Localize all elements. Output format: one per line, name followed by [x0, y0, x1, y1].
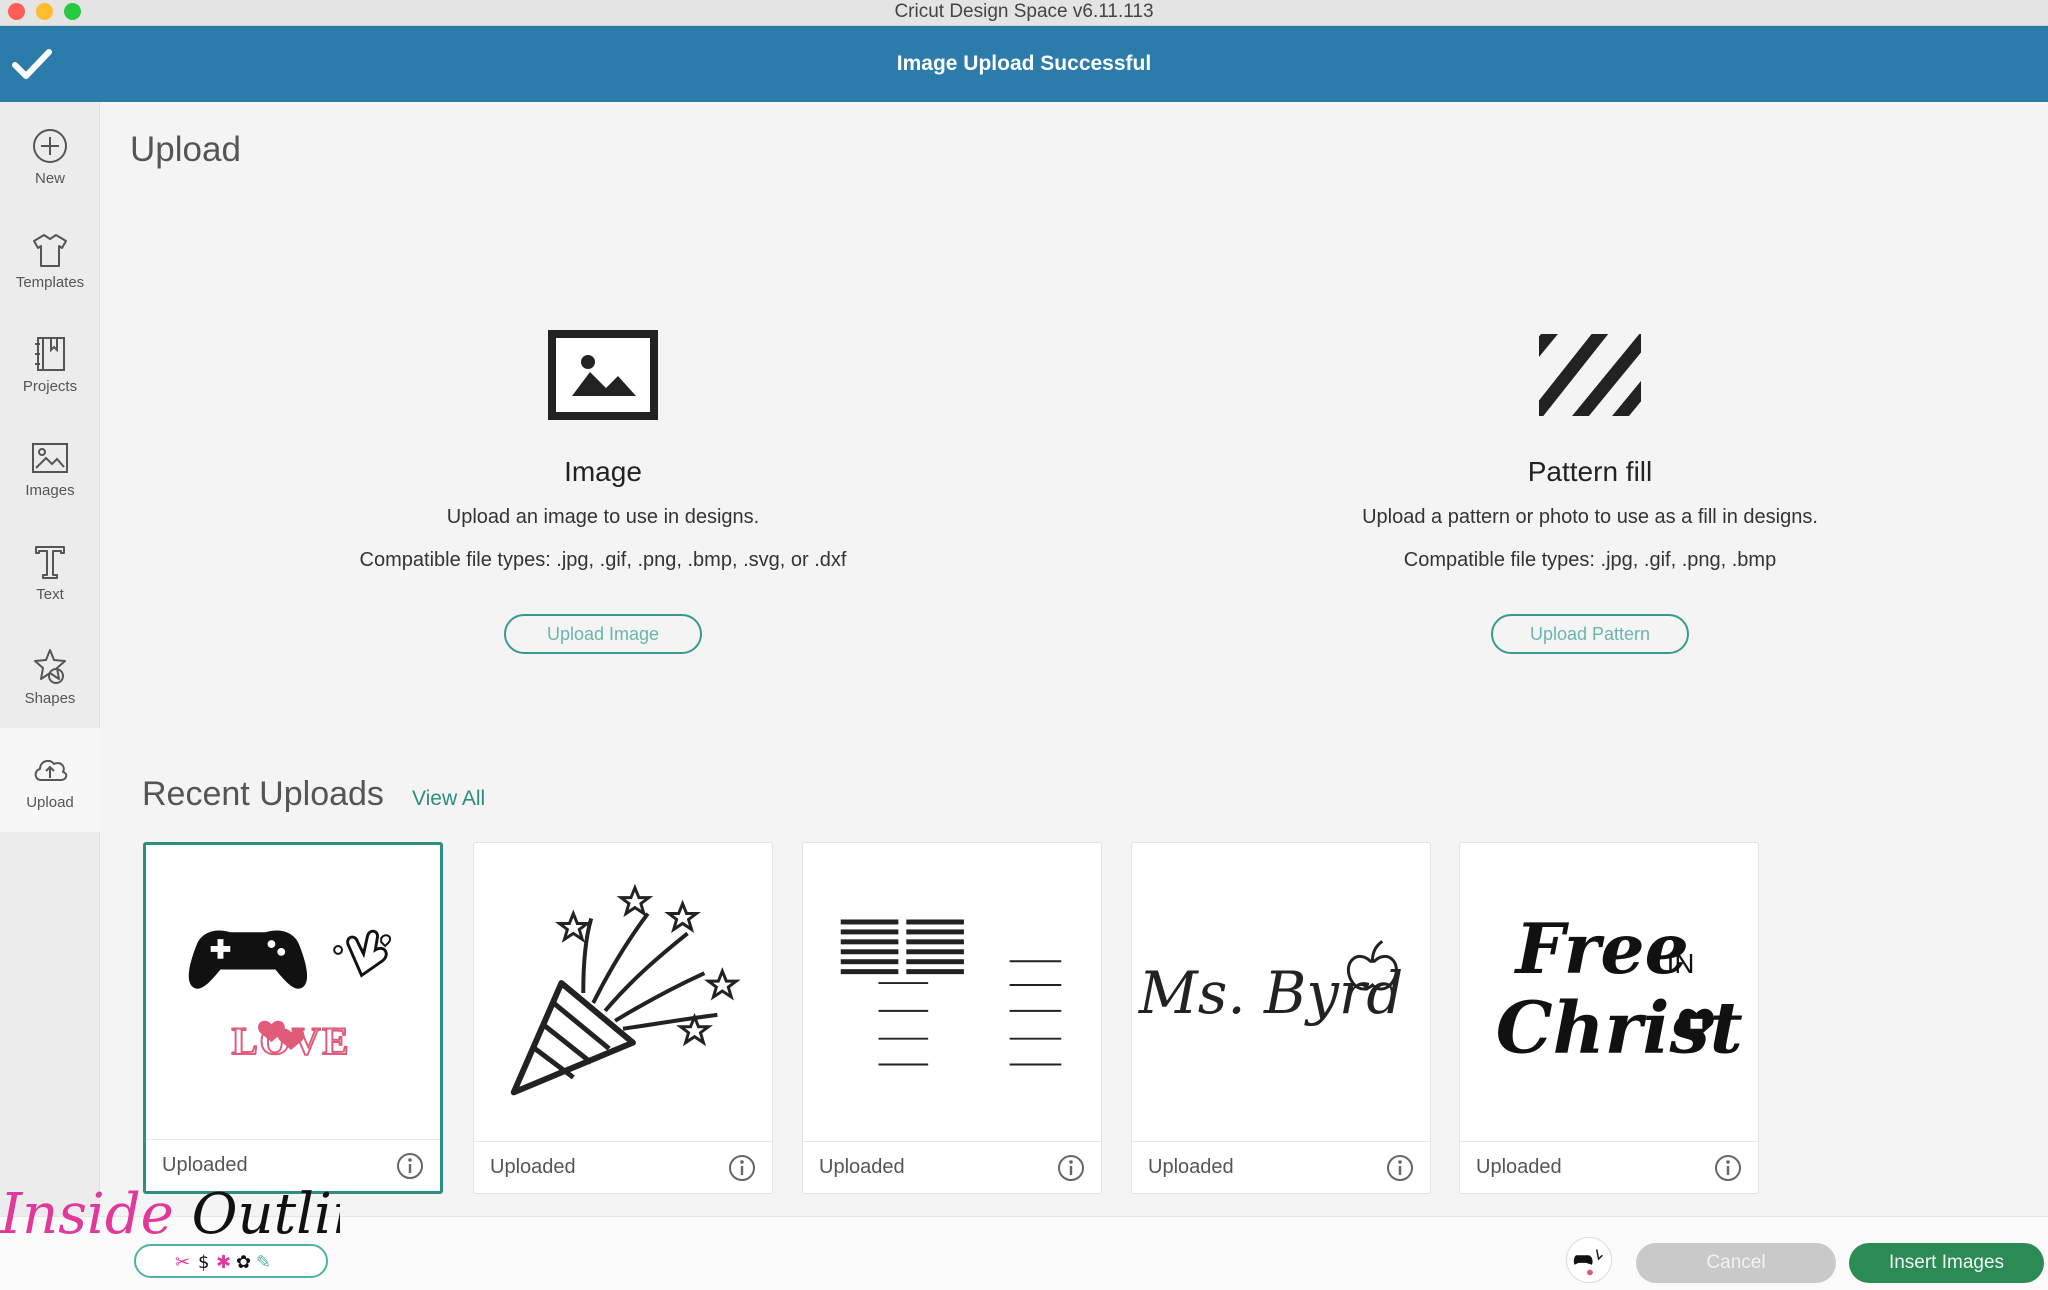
success-banner: Image Upload Successful	[0, 26, 2048, 102]
sidebar-item-images[interactable]: Images	[0, 416, 100, 520]
svg-text:✂: ✂	[175, 1252, 190, 1273]
lined-chart-thumbnail	[840, 919, 1062, 1066]
free-text: Free	[1514, 909, 1689, 990]
info-icon[interactable]	[728, 1154, 756, 1182]
view-all-link[interactable]: View All	[412, 787, 485, 811]
sidebar-item-templates[interactable]: Templates	[0, 208, 100, 312]
card-status-label: Uploaded	[162, 1154, 248, 1176]
sidebar-item-label: Projects	[22, 378, 78, 395]
info-icon[interactable]	[396, 1152, 424, 1180]
ms-byrd-text: Ms. Byrd	[1138, 960, 1403, 1027]
sidebar-item-label: Images	[25, 482, 75, 499]
selected-image-thumbnail	[1566, 1237, 1612, 1283]
sidebar-item-label: Templates	[15, 274, 85, 291]
image-upload-section: Image Upload an image to use in designs.…	[243, 330, 963, 654]
inside-outlined-watermark: Inside Outlined ✂ $ ✱ ✿ ✎	[0, 1182, 340, 1278]
left-sidebar: New Templates Projects Images Text Shape…	[0, 102, 100, 1262]
svg-text:✿: ✿	[236, 1252, 251, 1273]
sidebar-item-label: Upload	[26, 794, 74, 811]
recent-upload-card[interactable]: Uploaded	[473, 842, 773, 1194]
pattern-upload-file-types: Compatible file types: .jpg, .gif, .png,…	[1403, 549, 1777, 571]
image-icon	[548, 330, 658, 420]
info-icon[interactable]	[1714, 1154, 1742, 1182]
pattern-upload-section: Pattern fill Upload a pattern or photo t…	[1230, 330, 1950, 654]
upload-pattern-button[interactable]: Upload Pattern	[1491, 614, 1689, 654]
card-footer: Uploaded	[474, 1141, 772, 1193]
sidebar-item-projects[interactable]: Projects	[0, 312, 100, 416]
upload-image-button[interactable]: Upload Image	[504, 614, 702, 654]
cancel-button[interactable]: Cancel	[1636, 1243, 1836, 1283]
plus-circle-icon	[33, 129, 67, 163]
info-icon[interactable]	[1057, 1154, 1085, 1182]
card-footer: Uploaded	[803, 1141, 1101, 1193]
window-titlebar: Cricut Design Space v6.11.113	[0, 0, 2048, 26]
notebook-icon	[35, 337, 65, 371]
text-icon	[35, 546, 65, 579]
in-text: IN	[1667, 948, 1695, 979]
sidebar-item-text[interactable]: Text	[0, 520, 100, 624]
diagonal-stripes-icon	[1539, 334, 1641, 416]
free-in-christ-thumbnail: Free IN Christ	[1496, 909, 1743, 1069]
card-status-label: Uploaded	[1476, 1156, 1562, 1178]
party-popper-thumbnail	[510, 883, 741, 1096]
card-status-label: Uploaded	[490, 1156, 576, 1178]
pattern-upload-title: Pattern fill	[1527, 456, 1653, 487]
card-status-label: Uploaded	[1148, 1156, 1234, 1178]
card-footer: Uploaded	[1132, 1141, 1430, 1193]
image-icon	[32, 443, 68, 473]
card-status-label: Uploaded	[819, 1156, 905, 1178]
insert-images-button[interactable]: Insert Images	[1849, 1243, 2044, 1283]
window-title: Cricut Design Space v6.11.113	[894, 1, 1154, 22]
svg-text:✎: ✎	[256, 1252, 271, 1273]
image-upload-file-types: Compatible file types: .jpg, .gif, .png,…	[359, 549, 847, 571]
svg-text:✱: ✱	[216, 1252, 231, 1273]
sidebar-item-label: Text	[36, 586, 64, 603]
sidebar-item-label: New	[34, 170, 65, 187]
sidebar-item-new[interactable]: New	[0, 104, 100, 208]
recent-upload-card[interactable]: LOVE Uploaded	[143, 842, 443, 1194]
svg-text:$: $	[198, 1252, 209, 1273]
ms-byrd-script-thumbnail: Ms. Byrd	[1138, 940, 1403, 1027]
shapes-icon	[34, 649, 66, 684]
recent-upload-card[interactable]: Ms. Byrd Uploaded	[1131, 842, 1431, 1194]
image-upload-title: Image	[564, 456, 642, 487]
card-footer: Uploaded	[1460, 1141, 1758, 1193]
recent-uploads-heading: Recent Uploads	[142, 775, 384, 813]
tshirt-icon	[33, 234, 67, 267]
watermark-text: Inside Outlined	[0, 1182, 340, 1247]
pattern-upload-description: Upload a pattern or photo to use as a fi…	[1362, 506, 1818, 528]
info-icon[interactable]	[1386, 1154, 1414, 1182]
sidebar-item-label: Shapes	[24, 690, 76, 707]
sidebar-item-shapes[interactable]: Shapes	[0, 624, 100, 728]
page-title: Upload	[130, 130, 241, 169]
banner-message: Image Upload Successful	[896, 52, 1152, 75]
gamer-love-thumbnail: LOVE	[188, 929, 391, 1064]
recent-upload-card[interactable]: Free IN Christ Uploaded	[1459, 842, 1759, 1194]
recent-upload-card[interactable]: Uploaded	[802, 842, 1102, 1194]
sidebar-item-upload[interactable]: Upload	[0, 728, 100, 832]
cloud-upload-icon	[34, 759, 68, 781]
image-upload-description: Upload an image to use in designs.	[446, 506, 760, 528]
